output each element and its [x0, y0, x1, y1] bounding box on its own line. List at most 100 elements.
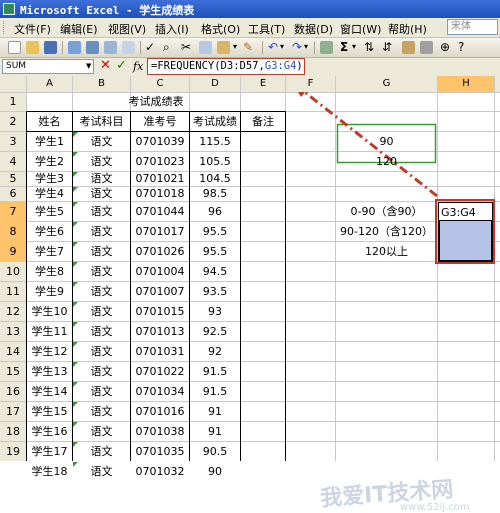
record-name[interactable]: 学生10	[27, 302, 72, 321]
record-exam-id[interactable]: 0701034	[131, 382, 189, 401]
new-icon[interactable]	[8, 41, 21, 54]
record-score[interactable]: 90	[190, 462, 240, 481]
record-subject[interactable]: 语文	[73, 262, 130, 281]
record-subject[interactable]: 语文	[73, 132, 130, 151]
record-name[interactable]: 学生4	[27, 187, 72, 201]
record-subject[interactable]: 语文	[73, 302, 130, 321]
record-subject[interactable]: 语文	[73, 462, 130, 481]
record-name[interactable]: 学生5	[27, 202, 72, 221]
record-exam-id[interactable]: 0701018	[131, 187, 189, 201]
row-header-11[interactable]: 11	[0, 282, 26, 301]
email-icon[interactable]	[86, 41, 99, 54]
record-exam-id[interactable]: 0701031	[131, 342, 189, 361]
font-box[interactable]: 宋体	[447, 19, 498, 35]
research-icon[interactable]: ⌕	[163, 39, 170, 55]
record-name[interactable]: 学生13	[27, 362, 72, 381]
autosum-icon[interactable]: Σ	[340, 39, 348, 55]
help-icon[interactable]: ?	[458, 39, 464, 55]
cancel-icon[interactable]: ✕	[100, 58, 111, 73]
record-exam-id[interactable]: 0701021	[131, 172, 189, 186]
menu-data[interactable]: 数据(D)	[294, 21, 333, 37]
menu-format[interactable]: 格式(O)	[201, 21, 240, 37]
paste-icon[interactable]	[217, 41, 230, 54]
record-name[interactable]: 学生17	[27, 442, 72, 461]
record-name[interactable]: 学生16	[27, 422, 72, 441]
record-exam-id[interactable]: 0701022	[131, 362, 189, 381]
record-exam-id[interactable]: 0701017	[131, 222, 189, 241]
row-header-13[interactable]: 13	[0, 322, 26, 341]
label-cell-g8[interactable]: 90-120（含120）	[336, 222, 437, 241]
record-name[interactable]: 学生1	[27, 132, 72, 151]
row-header-1[interactable]: 1	[0, 93, 26, 111]
column-header-g[interactable]: G	[336, 76, 437, 92]
header-score[interactable]: 考试成绩	[190, 112, 240, 131]
record-score[interactable]: 91.5	[190, 362, 240, 381]
print-icon[interactable]	[104, 41, 117, 54]
permission-icon[interactable]	[68, 41, 81, 54]
record-score[interactable]: 91	[190, 402, 240, 421]
label-cell-g9[interactable]: 120以上	[336, 242, 437, 261]
sort-ascending-icon[interactable]: ⇅	[364, 39, 374, 55]
record-subject[interactable]: 语文	[73, 382, 130, 401]
record-exam-id[interactable]: 0701013	[131, 322, 189, 341]
menu-window[interactable]: 窗口(W)	[340, 21, 381, 37]
row-header-15[interactable]: 15	[0, 362, 26, 381]
chevron-down-icon[interactable]: ▼	[86, 62, 91, 70]
record-name[interactable]: 学生15	[27, 402, 72, 421]
header-note[interactable]: 备注	[241, 112, 285, 131]
header-name[interactable]: 姓名	[27, 112, 72, 131]
menu-insert[interactable]: 插入(I)	[155, 21, 189, 37]
menu-view[interactable]: 视图(V)	[108, 21, 146, 37]
record-score[interactable]: 95.5	[190, 222, 240, 241]
record-exam-id[interactable]: 0701038	[131, 422, 189, 441]
record-exam-id[interactable]: 0701032	[131, 462, 189, 481]
chart-wizard-icon[interactable]	[402, 41, 415, 54]
record-name[interactable]: 学生8	[27, 262, 72, 281]
formula-input[interactable]: =FREQUENCY(D3:D57,G3:G4)	[147, 58, 305, 75]
record-exam-id[interactable]: 0701023	[131, 152, 189, 171]
undo-icon[interactable]: ↶	[268, 39, 278, 55]
record-name[interactable]: 学生3	[27, 172, 72, 186]
record-score[interactable]: 95.5	[190, 242, 240, 261]
row-header-4[interactable]: 4	[0, 152, 26, 171]
redo-dropdown-icon[interactable]: ▾	[304, 39, 308, 55]
sort-descending-icon[interactable]: ⇵	[382, 39, 392, 55]
record-name[interactable]: 学生11	[27, 322, 72, 341]
row-header-8[interactable]: 8	[0, 222, 26, 241]
record-score[interactable]: 91	[190, 422, 240, 441]
worksheet-grid[interactable]: A B C D E F G H 1 2 3 4 5 6 7 8 9 10 11 …	[0, 76, 500, 513]
row-header-6[interactable]: 6	[0, 187, 26, 201]
open-icon[interactable]	[26, 41, 39, 54]
record-name[interactable]: 学生12	[27, 342, 72, 361]
record-subject[interactable]: 语文	[73, 202, 130, 221]
record-score[interactable]: 90.5	[190, 442, 240, 461]
menu-tools[interactable]: 工具(T)	[248, 21, 285, 37]
drawing-icon[interactable]	[420, 41, 433, 54]
row-header-7[interactable]: 7	[0, 202, 26, 221]
record-exam-id[interactable]: 0701015	[131, 302, 189, 321]
record-name[interactable]: 学生2	[27, 152, 72, 171]
undo-dropdown-icon[interactable]: ▾	[280, 39, 284, 55]
row-header-12[interactable]: 12	[0, 302, 26, 321]
sheet-title[interactable]: 考试成绩表	[27, 93, 285, 111]
record-subject[interactable]: 语文	[73, 222, 130, 241]
save-icon[interactable]	[44, 41, 57, 54]
row-header-5[interactable]: 5	[0, 172, 26, 186]
record-exam-id[interactable]: 0701007	[131, 282, 189, 301]
column-header-e[interactable]: E	[241, 76, 285, 92]
header-subject[interactable]: 考试科目	[73, 112, 130, 131]
print-preview-icon[interactable]	[122, 41, 135, 54]
menu-file[interactable]: 文件(F)	[14, 21, 51, 37]
hyperlink-icon[interactable]	[320, 41, 333, 54]
record-score[interactable]: 93	[190, 302, 240, 321]
paste-dropdown-icon[interactable]: ▾	[233, 39, 237, 55]
column-header-a[interactable]: A	[27, 76, 72, 92]
record-subject[interactable]: 语文	[73, 422, 130, 441]
bin-cell-g4[interactable]: 120	[336, 152, 437, 171]
row-header-17[interactable]: 17	[0, 402, 26, 421]
record-exam-id[interactable]: 0701035	[131, 442, 189, 461]
autosum-dropdown-icon[interactable]: ▾	[352, 39, 356, 55]
record-name[interactable]: 学生6	[27, 222, 72, 241]
enter-icon[interactable]: ✓	[116, 58, 127, 73]
record-exam-id[interactable]: 0701016	[131, 402, 189, 421]
